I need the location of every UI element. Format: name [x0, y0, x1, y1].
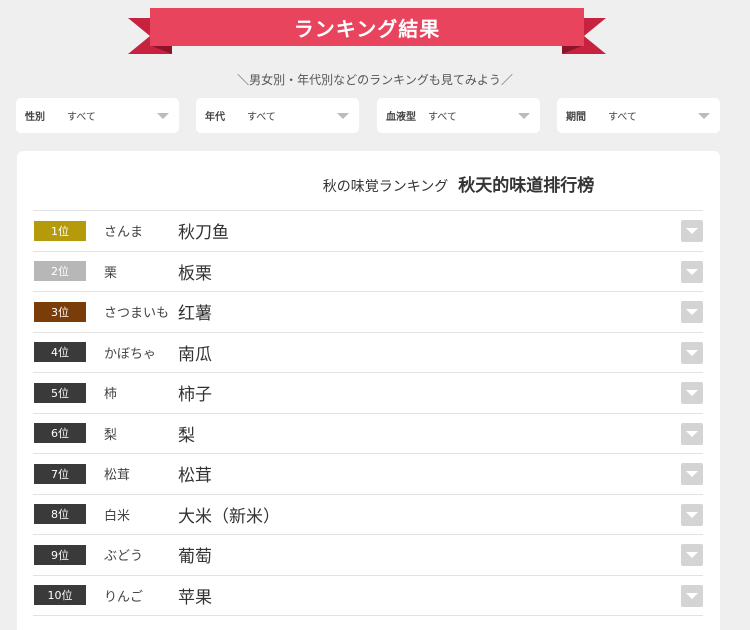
ranking-row[interactable]: 7位 松茸 松茸 [33, 454, 703, 495]
item-name-jp: りんご [104, 589, 144, 605]
card-title-jp: 秋の味覚ランキング [322, 179, 449, 195]
item-name-jp: 栗 [104, 265, 118, 281]
item-name-jp: 梨 [104, 427, 118, 443]
rank-badge: 3位 [34, 301, 86, 322]
chevron-down-icon [157, 113, 169, 119]
item-name-zh: 葡萄 [178, 547, 212, 568]
expand-toggle-icon[interactable] [681, 341, 703, 364]
item-name-zh: 苹果 [178, 587, 212, 608]
filter-blood-type[interactable]: 血液型 すべて [377, 98, 540, 133]
item-name-jp: かぼちゃ [104, 346, 157, 362]
item-name-jp: 白米 [104, 508, 131, 524]
ranking-row[interactable]: 2位 栗 板栗 [33, 252, 703, 292]
rank-badge: 4位 [34, 342, 86, 363]
expand-toggle-icon[interactable] [681, 301, 703, 323]
item-name-zh: 柿子 [178, 385, 212, 406]
rank-badge: 7位 [34, 463, 86, 484]
filter-label: 性別 [25, 112, 45, 123]
expand-toggle-icon[interactable] [681, 584, 703, 607]
filter-value: すべて [67, 112, 96, 123]
ranking-row[interactable]: 8位 白米 大米（新米） [33, 495, 703, 535]
item-name-zh: 梨 [178, 425, 195, 446]
rank-badge: 5位 [34, 382, 86, 403]
filter-value: すべて [247, 112, 276, 123]
ranking-banner: ランキング結果 [128, 6, 606, 58]
expand-toggle-icon[interactable] [681, 382, 703, 404]
item-name-zh: 大米（新米） [178, 506, 280, 527]
rank-badge: 9位 [34, 544, 86, 565]
item-name-jp: 松茸 [104, 468, 131, 484]
expand-toggle-icon[interactable] [681, 220, 703, 242]
filter-value: すべて [428, 112, 457, 123]
item-name-jp: さつまいも [104, 306, 170, 322]
chevron-down-icon [337, 113, 349, 119]
filter-label: 年代 [205, 112, 225, 123]
ranking-row[interactable]: 3位 さつまいも 红薯 [33, 292, 703, 333]
filter-age[interactable]: 年代 すべて [196, 98, 359, 133]
ranking-row[interactable]: 5位 柿 柿子 [33, 373, 703, 414]
card-title-zh: 秋天的味道排行榜 [458, 176, 595, 196]
item-name-zh: 红薯 [178, 304, 212, 325]
filter-period[interactable]: 期間 すべて [557, 98, 720, 133]
item-name-jp: ぶどう [104, 549, 144, 565]
chevron-down-icon [518, 113, 530, 119]
ranking-card: 秋の味覚ランキング 秋天的味道排行榜 1位 さんま 秋刀鱼 2位 栗 板栗 3位 さつまいも 红薯… [17, 151, 720, 630]
subtitle: ＼男女別・年代別などのランキングも見てみよう／ [237, 73, 513, 87]
ranking-row[interactable]: 1位 さんま 秋刀鱼 [33, 211, 703, 252]
rank-badge: 8位 [34, 504, 86, 525]
card-title: 秋の味覚ランキング 秋天的味道排行榜 [17, 171, 720, 196]
ranking-row[interactable]: 9位 ぶどう 葡萄 [33, 535, 703, 576]
ranking-row[interactable]: 4位 かぼちゃ 南瓜 [33, 333, 703, 373]
expand-toggle-icon[interactable] [681, 260, 703, 283]
expand-toggle-icon[interactable] [681, 422, 703, 445]
ranking-row[interactable]: 6位 梨 梨 [33, 414, 703, 454]
expand-toggle-icon[interactable] [681, 463, 703, 485]
item-name-jp: さんま [104, 225, 144, 241]
rank-badge: 6位 [34, 423, 86, 444]
item-name-zh: 秋刀鱼 [178, 223, 229, 244]
ranking-list: 1位 さんま 秋刀鱼 2位 栗 板栗 3位 さつまいも 红薯 4位 かぼちゃ 南瓜 5位 柿 柿子 6位 梨 梨 7… [33, 210, 703, 616]
item-name-zh: 南瓜 [178, 344, 212, 365]
filter-label: 期間 [566, 112, 586, 123]
rank-badge: 10位 [34, 585, 86, 606]
expand-toggle-icon[interactable] [681, 503, 703, 526]
rank-badge: 1位 [34, 220, 86, 241]
filter-label: 血液型 [386, 112, 416, 123]
item-name-zh: 板栗 [178, 263, 212, 284]
item-name-zh: 松茸 [178, 466, 212, 487]
rank-badge: 2位 [34, 261, 86, 282]
banner-title: ランキング結果 [150, 8, 584, 46]
chevron-down-icon [698, 113, 710, 119]
item-name-jp: 柿 [104, 387, 118, 403]
filter-value: すべて [608, 112, 637, 123]
ranking-row[interactable]: 10位 りんご 苹果 [33, 576, 703, 616]
filter-gender[interactable]: 性別 すべて [16, 98, 179, 133]
expand-toggle-icon[interactable] [681, 544, 703, 566]
